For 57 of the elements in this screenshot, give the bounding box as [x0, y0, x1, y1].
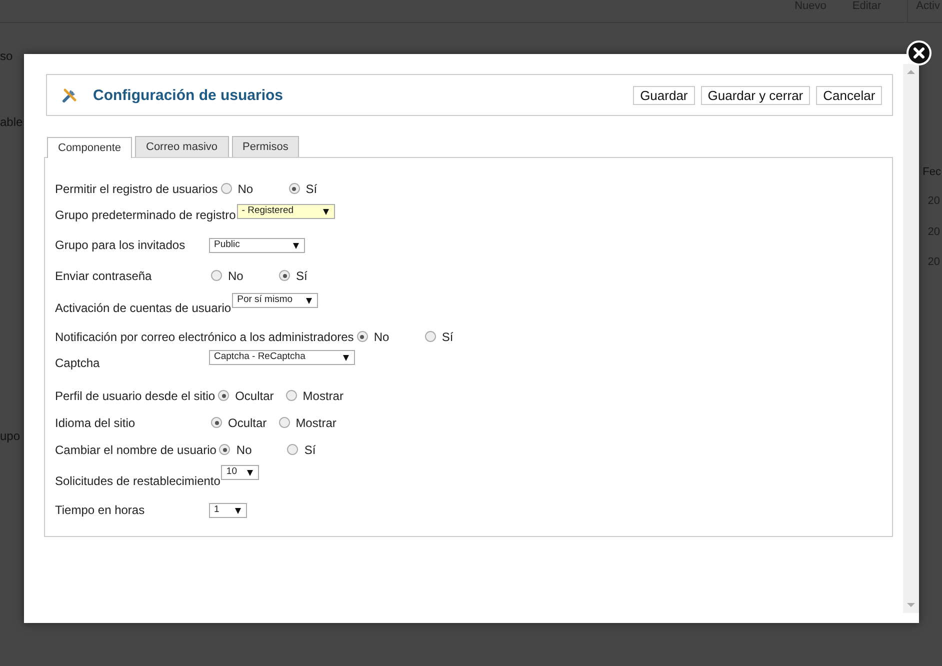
radio-label: Sí — [296, 268, 308, 282]
radio-button[interactable] — [288, 183, 300, 194]
dropdown[interactable]: 10 — [221, 465, 260, 480]
close-icon[interactable] — [906, 40, 932, 66]
tools-icon — [61, 86, 79, 104]
radio-label: Sí — [306, 182, 318, 196]
caret-icon — [322, 209, 329, 215]
field-label: Perfil de usuario desde el sitio — [55, 388, 216, 402]
field-label: Enviar contraseña — [55, 268, 153, 282]
radio-label: Mostrar — [302, 388, 344, 402]
caret-icon — [235, 508, 241, 514]
radio-label: Ocultar — [235, 388, 274, 402]
field-label: Grupo predeterminado de registro — [55, 208, 236, 222]
radio-label: Sí — [304, 442, 316, 456]
caret-icon — [306, 298, 312, 304]
field-label: Idioma del sitio — [55, 416, 136, 430]
tab[interactable]: Correo masivo — [135, 136, 229, 157]
field-label: Cambiar el nombre de usuario — [55, 442, 216, 456]
toolbar-button[interactable]: Guardar — [633, 86, 695, 104]
radio-button[interactable] — [220, 183, 232, 194]
radio-button[interactable] — [211, 270, 222, 281]
radio-button[interactable] — [286, 390, 297, 401]
field-label: Solicitudes de restablecimiento — [55, 474, 220, 488]
radio-button[interactable] — [218, 390, 230, 401]
radio-label: No — [228, 268, 244, 282]
field-label: Activación de cuentas de usuario — [55, 301, 232, 315]
tab[interactable]: Componente — [47, 137, 132, 158]
radio-button[interactable] — [219, 444, 230, 455]
radio-button[interactable] — [211, 417, 222, 428]
dropdown[interactable]: Por sí mismo — [232, 293, 318, 308]
dropdown[interactable]: 1 — [209, 502, 247, 518]
radio-button[interactable] — [424, 331, 436, 342]
radio-button[interactable] — [356, 331, 368, 342]
dropdown[interactable]: Public — [209, 238, 305, 252]
dropdown[interactable]: Captcha - ReCaptcha — [209, 350, 355, 365]
field-label: Tiempo en horas — [55, 503, 146, 517]
field-label: Notificación por correo electrónico a los administradores — [55, 330, 354, 344]
caret-icon — [247, 470, 254, 476]
radio-label: Sí — [442, 330, 454, 344]
radio-label: Ocultar — [228, 416, 267, 430]
radio-button[interactable] — [278, 417, 290, 428]
caret-icon — [293, 242, 299, 248]
caret-icon — [343, 355, 349, 361]
radio-label: Mostrar — [296, 416, 336, 430]
radio-button[interactable] — [287, 444, 298, 455]
radio-label: No — [238, 182, 254, 196]
radio-label: No — [374, 330, 390, 344]
field-label: Captcha — [55, 356, 101, 372]
tab[interactable]: Permisos — [232, 136, 300, 157]
dialog-title: Configuración de usuarios — [93, 86, 284, 104]
field-label: Grupo para los invitados — [55, 238, 186, 252]
radio-label: No — [236, 442, 252, 456]
toolbar-button[interactable]: Cancelar — [816, 86, 882, 104]
radio-button[interactable] — [279, 270, 290, 281]
field-label: Permitir el registro de usuarios — [55, 182, 218, 196]
toolbar-button[interactable]: Guardar y cerrar — [700, 86, 810, 104]
dropdown[interactable]: - Registered — [236, 204, 335, 219]
